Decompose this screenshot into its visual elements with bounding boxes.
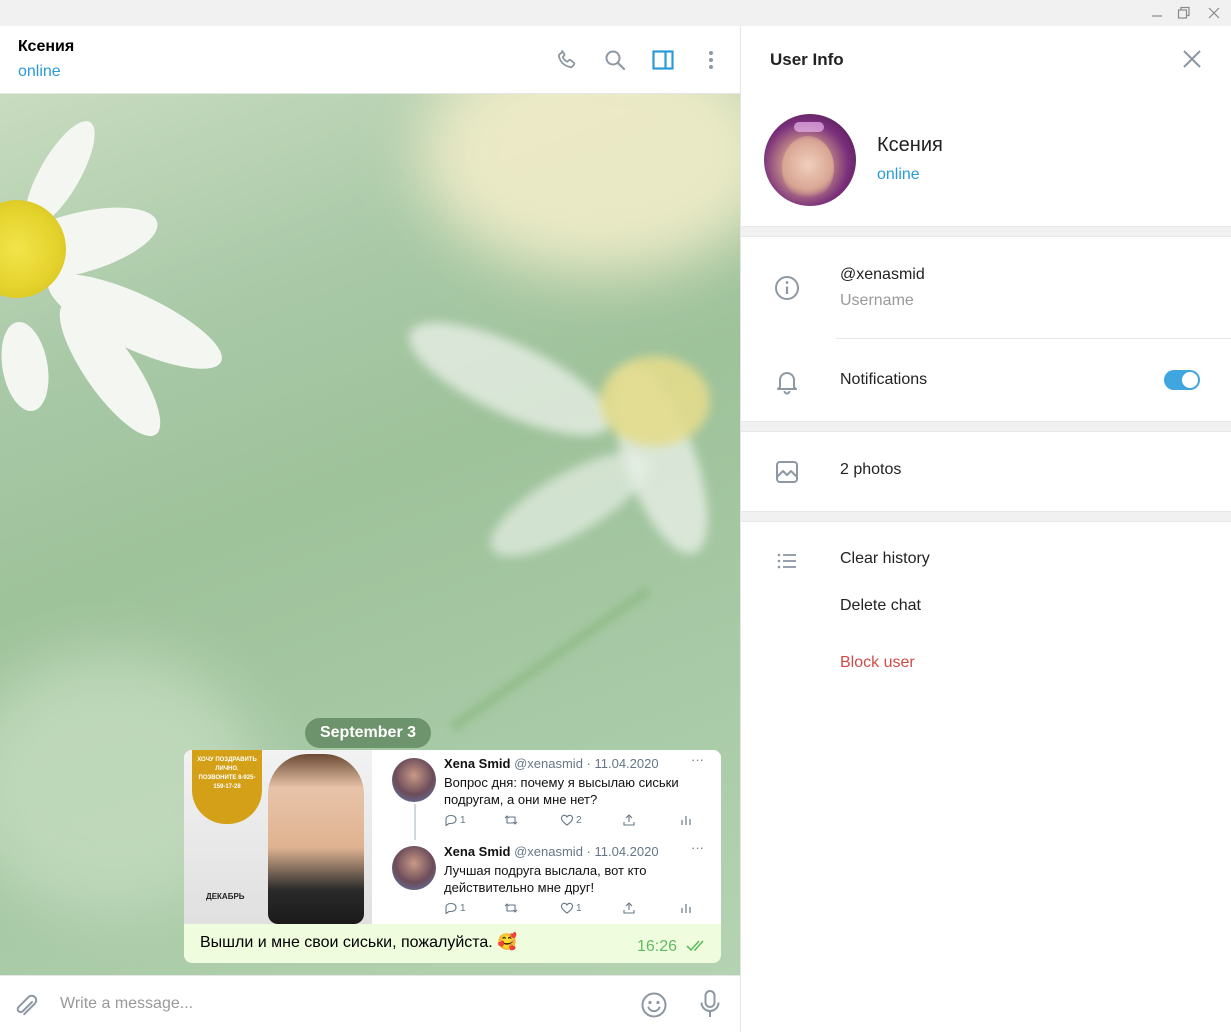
tweet-header: Xena Smid @xenasmid · 11.04.2020: [444, 756, 659, 771]
section-gap: [741, 226, 1231, 237]
tweet-actions: 1 2: [444, 814, 704, 830]
poster-figure: [268, 754, 364, 924]
window-close-icon[interactable]: [1197, 0, 1231, 26]
poster-calendar: ДЕКАБРЬ: [206, 886, 262, 916]
delete-chat-button[interactable]: Delete chat: [840, 597, 921, 615]
chat-messages-area: September 3 ХОЧУ ПОЗДРАВИТЬ ЛИЧНО. ПОЗВО…: [0, 94, 740, 975]
poster-badge-text: ХОЧУ ПОЗДРАВИТЬ ЛИЧНО. ПОЗВОНИТЕ 8-925-1…: [197, 757, 257, 790]
chat-title[interactable]: Ксения: [18, 38, 74, 56]
message-time: 16:26: [637, 938, 678, 955]
tweet-actions: 1 1: [444, 902, 704, 918]
poster-image: ХОЧУ ПОЗДРАВИТЬ ЛИЧНО. ПОЗВОНИТЕ 8-925-1…: [184, 750, 372, 924]
section-gap: [741, 421, 1231, 432]
notifications-label: Notifications: [840, 371, 928, 388]
message-composer: [0, 975, 740, 1032]
tweet-meta: @xenasmid · 11.04.2020: [514, 756, 659, 771]
tweet-screenshot: Xena Smid @xenasmid · 11.04.2020 ··· Воп…: [378, 750, 721, 924]
search-icon[interactable]: [601, 46, 629, 74]
username-value[interactable]: @xenasmid: [840, 266, 925, 284]
tweet: Xena Smid @xenasmid · 11.04.2020 ··· Луч…: [392, 840, 718, 924]
tweet-like-count: 1: [576, 903, 582, 914]
tweet-reply-count: 1: [460, 815, 466, 826]
tweet: Xena Smid @xenasmid · 11.04.2020 ··· Воп…: [392, 752, 718, 838]
toggle-knob: [1182, 372, 1198, 388]
reply-icon: [444, 902, 458, 917]
tweet-meta: @xenasmid · 11.04.2020: [514, 844, 659, 859]
double-check-icon: [686, 938, 710, 959]
message-bubble[interactable]: ХОЧУ ПОЗДРАВИТЬ ЛИЧНО. ПОЗВОНИТЕ 8-925-1…: [184, 750, 721, 963]
restore-icon[interactable]: [1167, 0, 1201, 26]
avatar[interactable]: [764, 114, 856, 206]
photos-link[interactable]: 2 photos: [840, 461, 901, 479]
tweet-author: Xena Smid: [444, 756, 511, 771]
tweet-avatar: [392, 758, 436, 802]
info-icon: [773, 274, 801, 302]
photo-icon: [773, 458, 801, 486]
profile-name: Ксения: [877, 134, 943, 156]
microphone-icon[interactable]: [698, 989, 722, 1024]
analytics-icon: [680, 902, 692, 917]
list-icon: [773, 547, 801, 575]
tweet-header: Xena Smid @xenasmid · 11.04.2020: [444, 844, 659, 859]
retweet-icon: [504, 814, 518, 829]
retweet-icon: [504, 902, 518, 917]
tweet-avatar: [392, 846, 436, 890]
tweet-reply-count: 1: [460, 903, 466, 914]
phone-icon[interactable]: [553, 46, 581, 74]
smile-icon[interactable]: [640, 991, 668, 1024]
profile-status: online: [877, 166, 920, 183]
share-icon: [622, 902, 636, 917]
row-separator: [836, 338, 1231, 339]
chat-header: Ксения online: [0, 26, 740, 94]
tweet-like-count: 2: [576, 815, 582, 826]
username-label: Username: [840, 292, 914, 309]
poster-badge: ХОЧУ ПОЗДРАВИТЬ ЛИЧНО. ПОЗВОНИТЕ 8-925-1…: [192, 750, 262, 824]
message-input[interactable]: [60, 990, 620, 1018]
more-vertical-icon[interactable]: [697, 46, 725, 74]
user-info-panel: User Info Ксения online @xenasmid Userna…: [741, 26, 1231, 1032]
poster-month: ДЕКАБРЬ: [206, 892, 245, 901]
chat-status: online: [18, 63, 61, 80]
tweet-author: Xena Smid: [444, 844, 511, 859]
background-glow: [420, 94, 740, 274]
message-text: Вышли и мне свои сиськи, пожалуйста. 🥰: [200, 934, 518, 951]
tweet-more-icon: ···: [691, 752, 704, 767]
tweet-text: Лучшая подруга выслала, вот кто действит…: [444, 863, 647, 895]
tweet-more-icon: ···: [691, 840, 704, 855]
analytics-icon: [680, 814, 692, 829]
background-stem: [448, 586, 652, 732]
clear-history-button[interactable]: Clear history: [840, 550, 930, 568]
notifications-toggle[interactable]: [1164, 370, 1200, 390]
date-separator: September 3: [305, 718, 431, 748]
tweet-text: Вопрос дня: почему я высылаю сиськи подр…: [444, 775, 679, 807]
reply-icon: [444, 814, 458, 829]
window-titlebar: [0, 0, 1231, 26]
block-user-button[interactable]: Block user: [840, 654, 915, 672]
panel-title: User Info: [770, 50, 844, 69]
like-icon: [560, 902, 574, 917]
like-icon: [560, 814, 574, 829]
paperclip-icon[interactable]: [12, 991, 40, 1024]
share-icon: [622, 814, 636, 829]
close-icon[interactable]: [1181, 48, 1203, 75]
sidebar-toggle-icon[interactable]: [649, 46, 677, 74]
message-photo[interactable]: ХОЧУ ПОЗДРАВИТЬ ЛИЧНО. ПОЗВОНИТЕ 8-925-1…: [184, 750, 721, 924]
bell-icon: [773, 368, 801, 396]
section-gap: [741, 511, 1231, 522]
